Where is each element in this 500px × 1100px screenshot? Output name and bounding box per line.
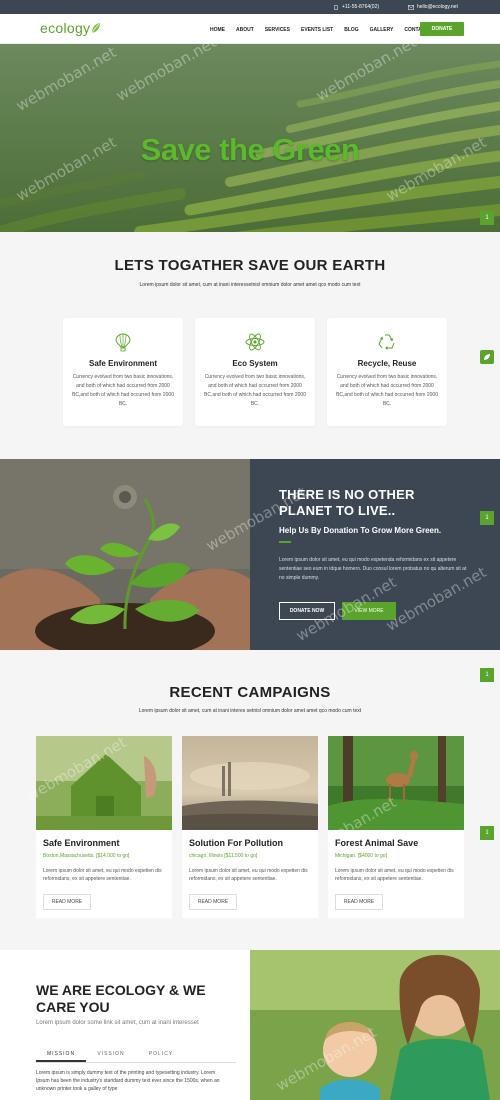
phone-number: +11-55-8764(02) bbox=[342, 4, 380, 10]
about-section: WE ARE ECOLOGY & WE CARE YOU Lorem ipsum… bbox=[0, 950, 500, 1100]
settings-side-icon[interactable] bbox=[480, 350, 494, 364]
feature-card-text: Currency evolved from two basic innovati… bbox=[335, 374, 438, 407]
campaigns-subtitle: Lorem ipsum dolor sit amet, cum at inani… bbox=[138, 708, 362, 714]
kids-image bbox=[250, 950, 500, 1100]
logo-text: ecology bbox=[40, 20, 91, 36]
nav-about[interactable]: ABOUT bbox=[236, 27, 254, 33]
phone-icon bbox=[334, 4, 338, 10]
save-section-title: LETS TOGATHER SAVE OUR EARTH bbox=[114, 257, 386, 274]
plant-in-hands-image bbox=[0, 459, 250, 650]
donation-text: Lorem ipsum dolor sit amet, eu qui modo … bbox=[279, 557, 467, 581]
campaign-image bbox=[182, 736, 318, 830]
hero-side-tab[interactable]: 1 bbox=[480, 211, 494, 225]
campaigns-side-tab[interactable]: 1 bbox=[480, 668, 494, 682]
campaign-title: Safe Environment bbox=[43, 838, 120, 848]
recycle-icon bbox=[378, 334, 395, 350]
nav-events-list[interactable]: EVENTS LIST bbox=[301, 27, 333, 33]
feature-card-text: Currency evolved from two basic innovati… bbox=[71, 374, 174, 407]
read-more-button[interactable]: READ MORE bbox=[43, 894, 91, 910]
donation-panel: THERE IS NO OTHER PLANET TO LIVE.. Help … bbox=[250, 459, 500, 650]
site-header: ecology HOME ABOUT SERVICES EVENTS LIST … bbox=[0, 14, 500, 44]
top-bar: +11-55-8764(02) hello@ecology.net bbox=[0, 0, 500, 14]
campaigns-title: RECENT CAMPAIGNS bbox=[169, 684, 331, 701]
save-earth-section: LETS TOGATHER SAVE OUR EARTH Lorem ipsum… bbox=[0, 232, 500, 459]
divider bbox=[279, 541, 291, 543]
nav-blog[interactable]: BLOG bbox=[344, 27, 358, 33]
campaign-image bbox=[36, 736, 172, 830]
nav-services[interactable]: SERVICES bbox=[265, 27, 290, 33]
feature-card-title: Recycle, Reuse bbox=[357, 359, 417, 368]
phone-info: +11-55-8764(02) bbox=[333, 4, 379, 10]
read-more-button[interactable]: READ MORE bbox=[189, 894, 237, 910]
campaign-title: Forest Animal Save bbox=[335, 838, 419, 848]
hero-banner: Save the Green 1 bbox=[0, 44, 500, 232]
feature-card-title: Eco System bbox=[232, 359, 278, 368]
email-info: hello@ecology.net bbox=[408, 4, 458, 10]
atom-icon bbox=[245, 333, 265, 351]
feature-card[interactable]: Safe Environment Currency evolved from t… bbox=[63, 318, 183, 426]
hero-title: Save the Green bbox=[140, 132, 360, 167]
donate-button[interactable]: DONATE bbox=[420, 22, 464, 36]
campaign-card[interactable]: Safe Environment Boston,Massachusetts. [… bbox=[36, 736, 172, 918]
view-more-button[interactable]: VIEW MORE bbox=[342, 602, 396, 620]
feature-card-text: Currency evolved from two basic innovati… bbox=[203, 374, 306, 407]
logo[interactable]: ecology bbox=[40, 20, 101, 36]
campaign-text: Lorem ipsum dolor sit amet, eu qui modo … bbox=[335, 868, 454, 882]
about-text: Lorem ipsum is simply dummy text of the … bbox=[36, 1070, 220, 1092]
donate-now-button[interactable]: DONATE NOW bbox=[279, 602, 335, 620]
tab-policy[interactable]: POLICY bbox=[136, 1051, 186, 1062]
campaign-title: Solution For Pollution bbox=[189, 838, 283, 848]
nav-gallery[interactable]: GALLERY bbox=[370, 27, 394, 33]
balloon-icon bbox=[115, 333, 131, 352]
read-more-button[interactable]: READ MORE bbox=[335, 894, 383, 910]
campaign-text: Lorem ipsum dolor sit amet, eu qui modo … bbox=[189, 868, 308, 882]
about-title: WE ARE ECOLOGY & WE CARE YOU bbox=[36, 982, 206, 1015]
campaign-meta: Michigan. [$4000 to go] bbox=[335, 853, 387, 859]
donation-title: THERE IS NO OTHER PLANET TO LIVE.. bbox=[279, 487, 415, 518]
campaign-card[interactable]: Solution For Pollution chicago, Illinois… bbox=[182, 736, 318, 918]
campaign-meta: chicago, Illinois [$11,500 to go] bbox=[189, 853, 258, 859]
main-nav: HOME ABOUT SERVICES EVENTS LIST BLOG GAL… bbox=[210, 27, 437, 33]
email-address[interactable]: hello@ecology.net bbox=[417, 4, 458, 10]
leaf-icon bbox=[92, 23, 101, 34]
donation-section: THERE IS NO OTHER PLANET TO LIVE.. Help … bbox=[0, 459, 500, 650]
campaign-meta: Boston,Massachusetts. [$14,000 to go] bbox=[43, 853, 130, 859]
feature-card[interactable]: Recycle, Reuse Currency evolved from two… bbox=[327, 318, 447, 426]
tab-vission[interactable]: VISSION bbox=[86, 1051, 136, 1062]
leaf-icon bbox=[484, 354, 490, 360]
campaign-image bbox=[328, 736, 464, 830]
nav-home[interactable]: HOME bbox=[210, 27, 225, 33]
donation-subtitle: Help Us By Donation To Grow More Green. bbox=[279, 526, 442, 535]
donation-side-tab[interactable]: 1 bbox=[480, 511, 494, 525]
mail-icon bbox=[408, 4, 414, 10]
campaigns-side-tab-2[interactable]: 1 bbox=[480, 826, 494, 840]
campaign-card[interactable]: Forest Animal Save Michigan. [$4000 to g… bbox=[328, 736, 464, 918]
feature-card-title: Safe Environment bbox=[88, 359, 157, 368]
campaigns-section: RECENT CAMPAIGNS Lorem ipsum dolor sit a… bbox=[0, 650, 500, 950]
feature-card[interactable]: Eco System Currency evolved from two bas… bbox=[195, 318, 315, 426]
campaign-text: Lorem ipsum dolor sit amet, eu qui modo … bbox=[43, 868, 162, 882]
tab-mission[interactable]: MISSION bbox=[36, 1051, 86, 1062]
save-section-subtitle: Lorem ipsum dolor sit amet, cum at inani… bbox=[139, 282, 361, 288]
about-subtitle: Lorem ipsum dolor some link sit amet, cu… bbox=[36, 1020, 199, 1026]
about-tabs: MISSION VISSION POLICY bbox=[36, 1051, 236, 1063]
